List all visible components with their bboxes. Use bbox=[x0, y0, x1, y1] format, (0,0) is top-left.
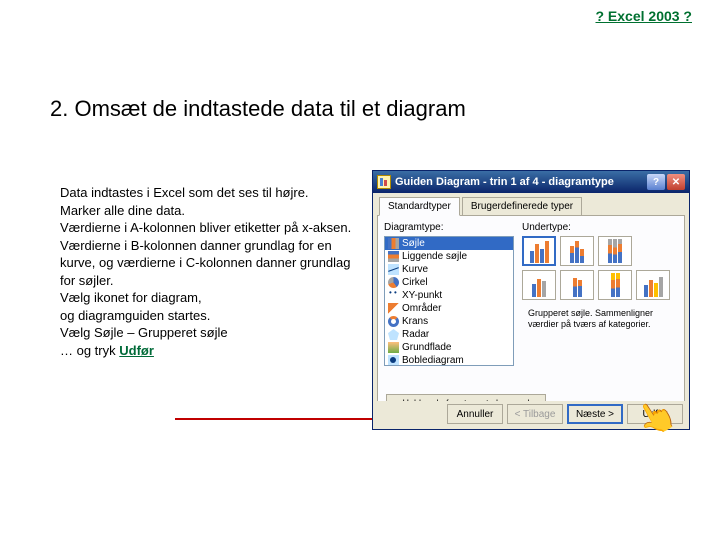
chart-type-listbox[interactable]: Søjle Liggende søjle Kurve Cirkel XY-pun… bbox=[384, 236, 514, 366]
slide-title: 2. Omsæt de indtastede data til et diagr… bbox=[50, 96, 466, 122]
subtype-description: Grupperet søjle. Sammenligner værdier på… bbox=[522, 308, 678, 330]
tab-panel: Diagramtype: Søjle Liggende søjle Kurve … bbox=[377, 215, 685, 419]
area-chart-icon bbox=[388, 303, 399, 314]
chart-type-label: Diagramtype: bbox=[384, 222, 514, 233]
radar-chart-icon bbox=[388, 329, 399, 340]
subtype-clustered-column[interactable] bbox=[522, 236, 556, 266]
dialog-title: Guiden Diagram - trin 1 af 4 - diagramty… bbox=[395, 176, 645, 188]
para-2: Marker alle dine data. bbox=[60, 203, 185, 218]
type-item-ring[interactable]: Krans bbox=[385, 315, 513, 328]
chart-wizard-icon bbox=[377, 175, 391, 189]
type-item-pie[interactable]: Cirkel bbox=[385, 276, 513, 289]
type-item-radar[interactable]: Radar bbox=[385, 328, 513, 341]
close-button[interactable]: ✕ bbox=[667, 174, 685, 190]
subtype-3d-stacked[interactable] bbox=[560, 270, 594, 300]
chart-wizard-dialog: Guiden Diagram - trin 1 af 4 - diagramty… bbox=[372, 170, 690, 430]
type-item-surface[interactable]: Grundflade bbox=[385, 341, 513, 354]
next-button[interactable]: Næste > bbox=[567, 404, 623, 424]
tab-custom-types[interactable]: Brugerdefinerede typer bbox=[462, 197, 582, 215]
pie-chart-icon bbox=[388, 277, 399, 288]
bubble-chart-icon bbox=[388, 355, 399, 366]
subtype-3d-100pct[interactable] bbox=[598, 270, 632, 300]
dialog-button-row: Annuller < Tilbage Næste > Udfør bbox=[373, 401, 689, 427]
type-item-bubble[interactable]: Boblediagram bbox=[385, 354, 513, 366]
doughnut-chart-icon bbox=[388, 316, 399, 327]
finish-link[interactable]: Udfør bbox=[119, 343, 154, 358]
column-chart-icon bbox=[388, 238, 399, 249]
para-7-prefix: … og tryk bbox=[60, 343, 119, 358]
type-item-column[interactable]: Søjle bbox=[385, 237, 513, 250]
subtype-stacked-column[interactable] bbox=[560, 236, 594, 266]
bar-chart-icon bbox=[388, 251, 399, 262]
type-item-area[interactable]: Områder bbox=[385, 302, 513, 315]
instruction-text: Data indtastes i Excel som det ses til h… bbox=[60, 184, 360, 359]
para-5b: og diagramguiden startes. bbox=[60, 308, 210, 323]
scatter-chart-icon bbox=[388, 290, 399, 301]
type-item-xy[interactable]: XY-punkt bbox=[385, 289, 513, 302]
tab-strip: Standardtyper Brugerdefinerede typer bbox=[373, 193, 689, 215]
subtype-100pct-stacked[interactable] bbox=[598, 236, 632, 266]
header-link-excel[interactable]: ? Excel 2003 ? bbox=[595, 8, 692, 24]
para-3: Værdierne i A-kolonnen bliver etiketter … bbox=[60, 220, 351, 235]
finish-button[interactable]: Udfør bbox=[627, 404, 683, 424]
para-4: Værdierne i B-kolonnen danner grundlag f… bbox=[60, 238, 351, 288]
para-1: Data indtastes i Excel som det ses til h… bbox=[60, 185, 309, 200]
subtype-3d-clustered[interactable] bbox=[522, 270, 556, 300]
back-button: < Tilbage bbox=[507, 404, 563, 424]
help-button[interactable]: ? bbox=[647, 174, 665, 190]
para-5a: Vælg ikonet for diagram, bbox=[60, 290, 202, 305]
type-item-bar[interactable]: Liggende søjle bbox=[385, 250, 513, 263]
cancel-button[interactable]: Annuller bbox=[447, 404, 503, 424]
tab-standard-types[interactable]: Standardtyper bbox=[379, 197, 460, 216]
para-6: Vælg Søjle – Grupperet søjle bbox=[60, 325, 228, 340]
surface-chart-icon bbox=[388, 342, 399, 353]
dialog-titlebar[interactable]: Guiden Diagram - trin 1 af 4 - diagramty… bbox=[373, 171, 689, 193]
subtype-3d-column[interactable] bbox=[636, 270, 670, 300]
chart-subtype-label: Undertype: bbox=[522, 222, 678, 233]
line-chart-icon bbox=[388, 264, 399, 275]
subtype-grid bbox=[522, 236, 678, 300]
type-item-line[interactable]: Kurve bbox=[385, 263, 513, 276]
